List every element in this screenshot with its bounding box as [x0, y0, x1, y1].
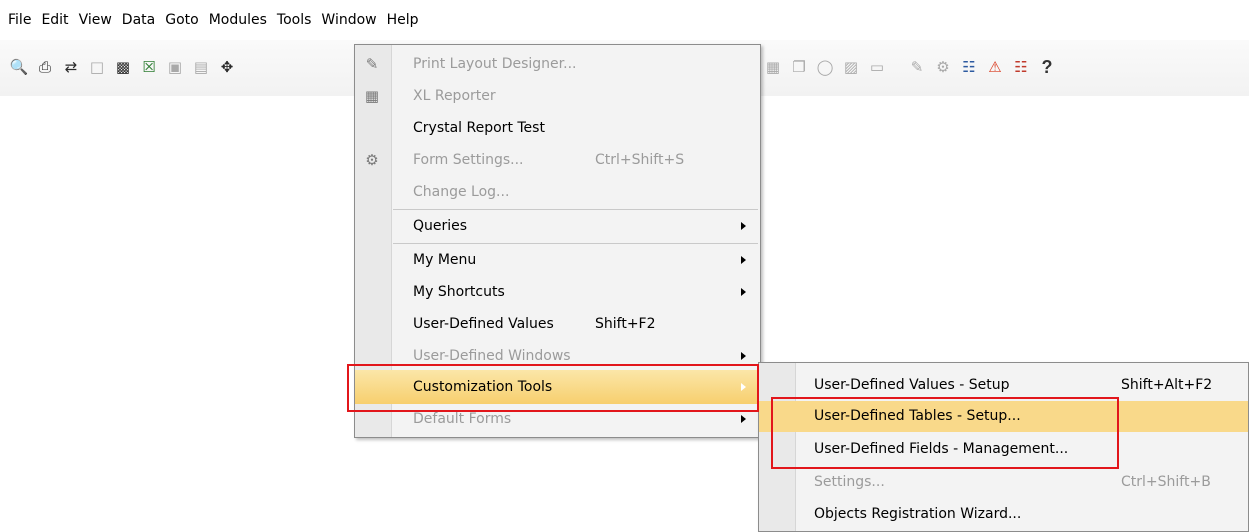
pdf-page-icon[interactable]: □ — [84, 54, 110, 80]
form-settings-icon[interactable]: ⚙ — [930, 54, 956, 80]
menu-tools[interactable]: Tools — [272, 11, 317, 29]
menu-item-my-menu[interactable]: My Menu — [355, 245, 760, 276]
pencil-icon[interactable]: ✎ — [904, 54, 930, 80]
toolbar-separator — [890, 54, 904, 80]
customization-tools-submenu: User-Defined Values - Setup Shift+Alt+F2… — [758, 362, 1249, 532]
submenu-item-settings[interactable]: Settings... Ctrl+Shift+B — [759, 467, 1248, 498]
menu-item-customization-tools[interactable]: Customization Tools — [355, 370, 760, 404]
menu-file[interactable]: File — [0, 11, 36, 29]
menu-item-user-defined-values[interactable]: User-Defined Values Shift+F2 — [355, 309, 760, 340]
pencil-icon: ✎ — [365, 54, 379, 73]
submenu-arrow-icon — [741, 288, 746, 296]
money-icon[interactable]: ◯ — [812, 54, 838, 80]
menu-item-shortcut: Shift+F2 — [595, 316, 656, 332]
menu-goto[interactable]: Goto — [160, 11, 203, 29]
save-icon[interactable]: ▩ — [110, 54, 136, 80]
submenu-arrow-icon — [741, 352, 746, 360]
menu-item-label: Print Layout Designer... — [413, 56, 577, 72]
pdf-icon[interactable]: ▤ — [188, 54, 214, 80]
navigate-icon[interactable]: ✥ — [214, 54, 240, 80]
menu-item-label: Form Settings... — [413, 152, 524, 168]
calendar-icon[interactable]: ☷ — [1008, 54, 1034, 80]
clipboard-icon[interactable]: ▦ — [760, 54, 786, 80]
menu-view[interactable]: View — [74, 11, 117, 29]
menu-item-label: User-Defined Values - Setup — [814, 377, 1010, 393]
menu-item-label: User-Defined Tables - Setup... — [814, 408, 1021, 424]
menu-item-label: User-Defined Windows — [413, 348, 571, 364]
document-icon[interactable]: ▨ — [838, 54, 864, 80]
submenu-arrow-icon — [741, 222, 746, 230]
menu-item-label: My Menu — [413, 252, 477, 268]
menu-item-default-forms[interactable]: Default Forms — [355, 404, 760, 435]
form-settings-icon: ⚙ — [365, 150, 379, 169]
menu-item-label: Crystal Report Test — [413, 120, 545, 136]
menu-item-label: Change Log... — [413, 184, 510, 200]
word-icon[interactable]: ▣ — [162, 54, 188, 80]
menu-item-change-log[interactable]: Change Log... — [355, 177, 760, 208]
menu-item-label: User-Defined Values — [413, 316, 554, 332]
submenu-item-udf-management[interactable]: User-Defined Fields - Management... — [759, 434, 1248, 465]
menu-item-shortcut: Shift+Alt+F2 — [1121, 377, 1213, 393]
send-icon[interactable]: ⇄ — [58, 54, 84, 80]
menu-separator — [393, 209, 758, 210]
menu-item-crystal-report-test[interactable]: Crystal Report Test — [355, 113, 760, 144]
menu-item-label: My Shortcuts — [413, 284, 505, 300]
menu-bar: File Edit View Data Goto Modules Tools W… — [0, 0, 1249, 40]
excel-icon[interactable]: ☒ — [136, 54, 162, 80]
menu-item-queries[interactable]: Queries — [355, 211, 760, 242]
menu-help[interactable]: Help — [382, 11, 424, 29]
menu-item-label: Objects Registration Wizard... — [814, 506, 1022, 522]
print-preview-icon[interactable]: 🔍 — [6, 54, 32, 80]
menu-edit[interactable]: Edit — [36, 11, 73, 29]
menu-window[interactable]: Window — [316, 11, 381, 29]
menu-separator — [393, 243, 758, 244]
menu-modules[interactable]: Modules — [204, 11, 272, 29]
menu-item-print-layout-designer[interactable]: ✎ Print Layout Designer... — [355, 49, 760, 80]
submenu-arrow-icon — [741, 415, 746, 423]
menu-item-shortcut: Ctrl+Shift+B — [1121, 474, 1211, 490]
help-icon[interactable]: ? — [1034, 54, 1060, 80]
submenu-item-objects-registration-wizard[interactable]: Objects Registration Wizard... — [759, 499, 1248, 530]
tools-menu: ✎ Print Layout Designer... ▦ XL Reporter… — [354, 44, 761, 438]
menu-item-label: Queries — [413, 218, 468, 234]
menu-item-user-defined-windows[interactable]: User-Defined Windows — [355, 341, 760, 372]
menu-item-form-settings[interactable]: ⚙ Form Settings... Ctrl+Shift+S — [355, 145, 760, 176]
menu-item-my-shortcuts[interactable]: My Shortcuts — [355, 277, 760, 308]
search-icon[interactable]: ☷ — [956, 54, 982, 80]
menu-item-label: Default Forms — [413, 411, 512, 427]
menu-item-label: XL Reporter — [413, 88, 496, 104]
menu-item-label: Customization Tools — [413, 379, 553, 395]
submenu-item-udt-setup[interactable]: User-Defined Tables - Setup... — [759, 401, 1248, 432]
report-icon: ▦ — [364, 86, 380, 105]
menu-item-label: Settings... — [814, 474, 885, 490]
menu-item-xl-reporter[interactable]: ▦ XL Reporter — [355, 81, 760, 112]
submenu-arrow-icon — [741, 383, 746, 391]
submenu-arrow-icon — [741, 256, 746, 264]
alert-icon[interactable]: ⚠ — [982, 54, 1008, 80]
window-icon[interactable]: ▭ — [864, 54, 890, 80]
copy-icon[interactable]: ❐ — [786, 54, 812, 80]
submenu-item-udv-setup[interactable]: User-Defined Values - Setup Shift+Alt+F2 — [759, 370, 1248, 401]
menu-item-label: User-Defined Fields - Management... — [814, 441, 1069, 457]
menu-item-shortcut: Ctrl+Shift+S — [595, 152, 685, 168]
print-icon[interactable]: ⎙ — [32, 54, 58, 80]
menu-data[interactable]: Data — [117, 11, 160, 29]
